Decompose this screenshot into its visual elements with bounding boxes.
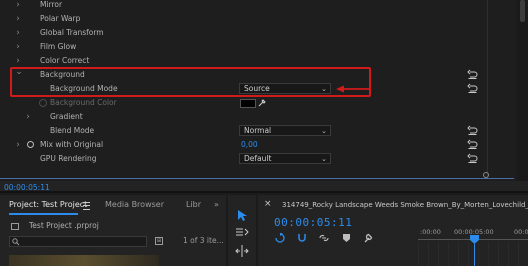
add-marker-icon[interactable]: [342, 233, 351, 243]
chevron-right-icon[interactable]: ›: [13, 0, 23, 12]
effect-label: Gradient: [50, 112, 83, 121]
sequence-timecode[interactable]: 00:00:05:11: [274, 216, 352, 229]
media-thumbnail[interactable]: [9, 255, 159, 266]
scrollbar-thumb[interactable]: [520, 0, 525, 22]
search-input[interactable]: [9, 236, 147, 247]
chevron-right-icon[interactable]: ›: [13, 138, 23, 152]
wrench-icon[interactable]: [363, 233, 373, 243]
property-row-mix-with-original: › Mix with Original 0,00: [0, 138, 515, 152]
sequence-title[interactable]: 314749_Rocky Landscape Weeds Smoke Brown…: [282, 201, 528, 209]
tab-project[interactable]: Project: Test Project: [9, 195, 87, 215]
chevron-right-icon[interactable]: ›: [23, 110, 33, 124]
nest-toggle-icon[interactable]: [275, 233, 285, 243]
chevron-right-icon[interactable]: ›: [13, 26, 23, 40]
arrow-left-icon: [336, 85, 369, 93]
tools-panel: [228, 195, 256, 266]
reset-icon[interactable]: [467, 69, 478, 80]
reset-icon[interactable]: [467, 83, 478, 94]
effect-row-gradient[interactable]: › Gradient: [0, 110, 515, 124]
property-row-blend-mode: Blend Mode Normal ⌄: [0, 124, 515, 138]
new-bin-icon[interactable]: ⊞: [155, 237, 163, 245]
property-label: Background Color: [50, 98, 117, 107]
project-file-name: Test Project .prproj: [29, 221, 99, 230]
color-swatch[interactable]: [240, 99, 256, 108]
property-label: Mix with Original: [40, 140, 104, 149]
dropdown-value: Normal: [244, 126, 272, 135]
ruler-ticks: [418, 242, 528, 266]
item-count: 1 of 3 ite...: [183, 236, 224, 245]
scrollbar-track[interactable]: [517, 0, 528, 181]
project-panel: Project: Test Project Media Browser Libr…: [0, 195, 226, 266]
snap-icon[interactable]: [297, 233, 307, 243]
hamburger-icon[interactable]: [83, 202, 90, 210]
active-tab-indicator: [9, 213, 78, 215]
sequence-panel: × 314749_Rocky Landscape Weeds Smoke Bro…: [258, 195, 528, 266]
chevron-right-icon[interactable]: ›: [13, 12, 23, 26]
ripple-edit-tool-icon[interactable]: [235, 245, 249, 257]
close-icon[interactable]: ×: [264, 199, 272, 209]
effect-row-polar-warp[interactable]: › Polar Warp: [0, 12, 515, 26]
effect-row-color-correct[interactable]: › Color Correct: [0, 54, 515, 68]
property-label: GPU Rendering: [40, 154, 97, 163]
reset-icon[interactable]: [467, 139, 478, 150]
column-divider: [487, 0, 488, 179]
chevron-down-icon: ⌄: [321, 127, 327, 135]
ruler-tick-label: :00:00: [420, 228, 441, 236]
effect-row-global-transform[interactable]: › Global Transform: [0, 26, 515, 40]
effect-label: Global Transform: [40, 28, 104, 37]
stopwatch-icon[interactable]: [39, 99, 47, 107]
effect-label: Mirror: [40, 0, 63, 9]
chevron-right-icon[interactable]: ›: [13, 40, 23, 54]
effect-row-film-glow[interactable]: › Film Glow: [0, 40, 515, 54]
search-icon: [12, 238, 20, 246]
selection-tool-icon[interactable]: [237, 209, 248, 222]
project-file-icon: [11, 223, 19, 230]
overflow-chevron-icon[interactable]: »: [214, 195, 219, 215]
property-label: Blend Mode: [50, 126, 95, 135]
track-select-tool-icon[interactable]: [235, 227, 249, 237]
ruler-tick-label: 00:0: [514, 228, 528, 236]
reset-icon[interactable]: [467, 153, 478, 164]
effect-label: Polar Warp: [40, 14, 81, 23]
effect-row-mirror[interactable]: › Mirror: [0, 0, 515, 12]
property-row-gpu-rendering: GPU Rendering Default ⌄: [0, 152, 515, 166]
effect-label: Film Glow: [40, 42, 77, 51]
property-row-background-color: Background Color: [0, 96, 515, 110]
reset-icon[interactable]: [467, 125, 478, 136]
linked-selection-icon[interactable]: [319, 233, 329, 243]
tab-media-browser[interactable]: Media Browser: [105, 195, 164, 215]
sequence-toolbar: [275, 233, 385, 247]
effect-label: Color Correct: [40, 56, 90, 65]
tab-libraries[interactable]: Libr: [186, 195, 201, 215]
mix-value[interactable]: 0,00: [241, 138, 258, 152]
dropdown-value: Default: [244, 154, 272, 163]
chevron-down-icon: ⌄: [321, 155, 327, 163]
stopwatch-icon[interactable]: [27, 141, 34, 148]
blend-mode-dropdown[interactable]: Normal ⌄: [239, 125, 331, 136]
highlight-box: [10, 67, 371, 97]
gpu-rendering-dropdown[interactable]: Default ⌄: [239, 153, 331, 164]
eyedropper-icon[interactable]: [257, 98, 267, 108]
timeline-divider: [0, 178, 514, 179]
